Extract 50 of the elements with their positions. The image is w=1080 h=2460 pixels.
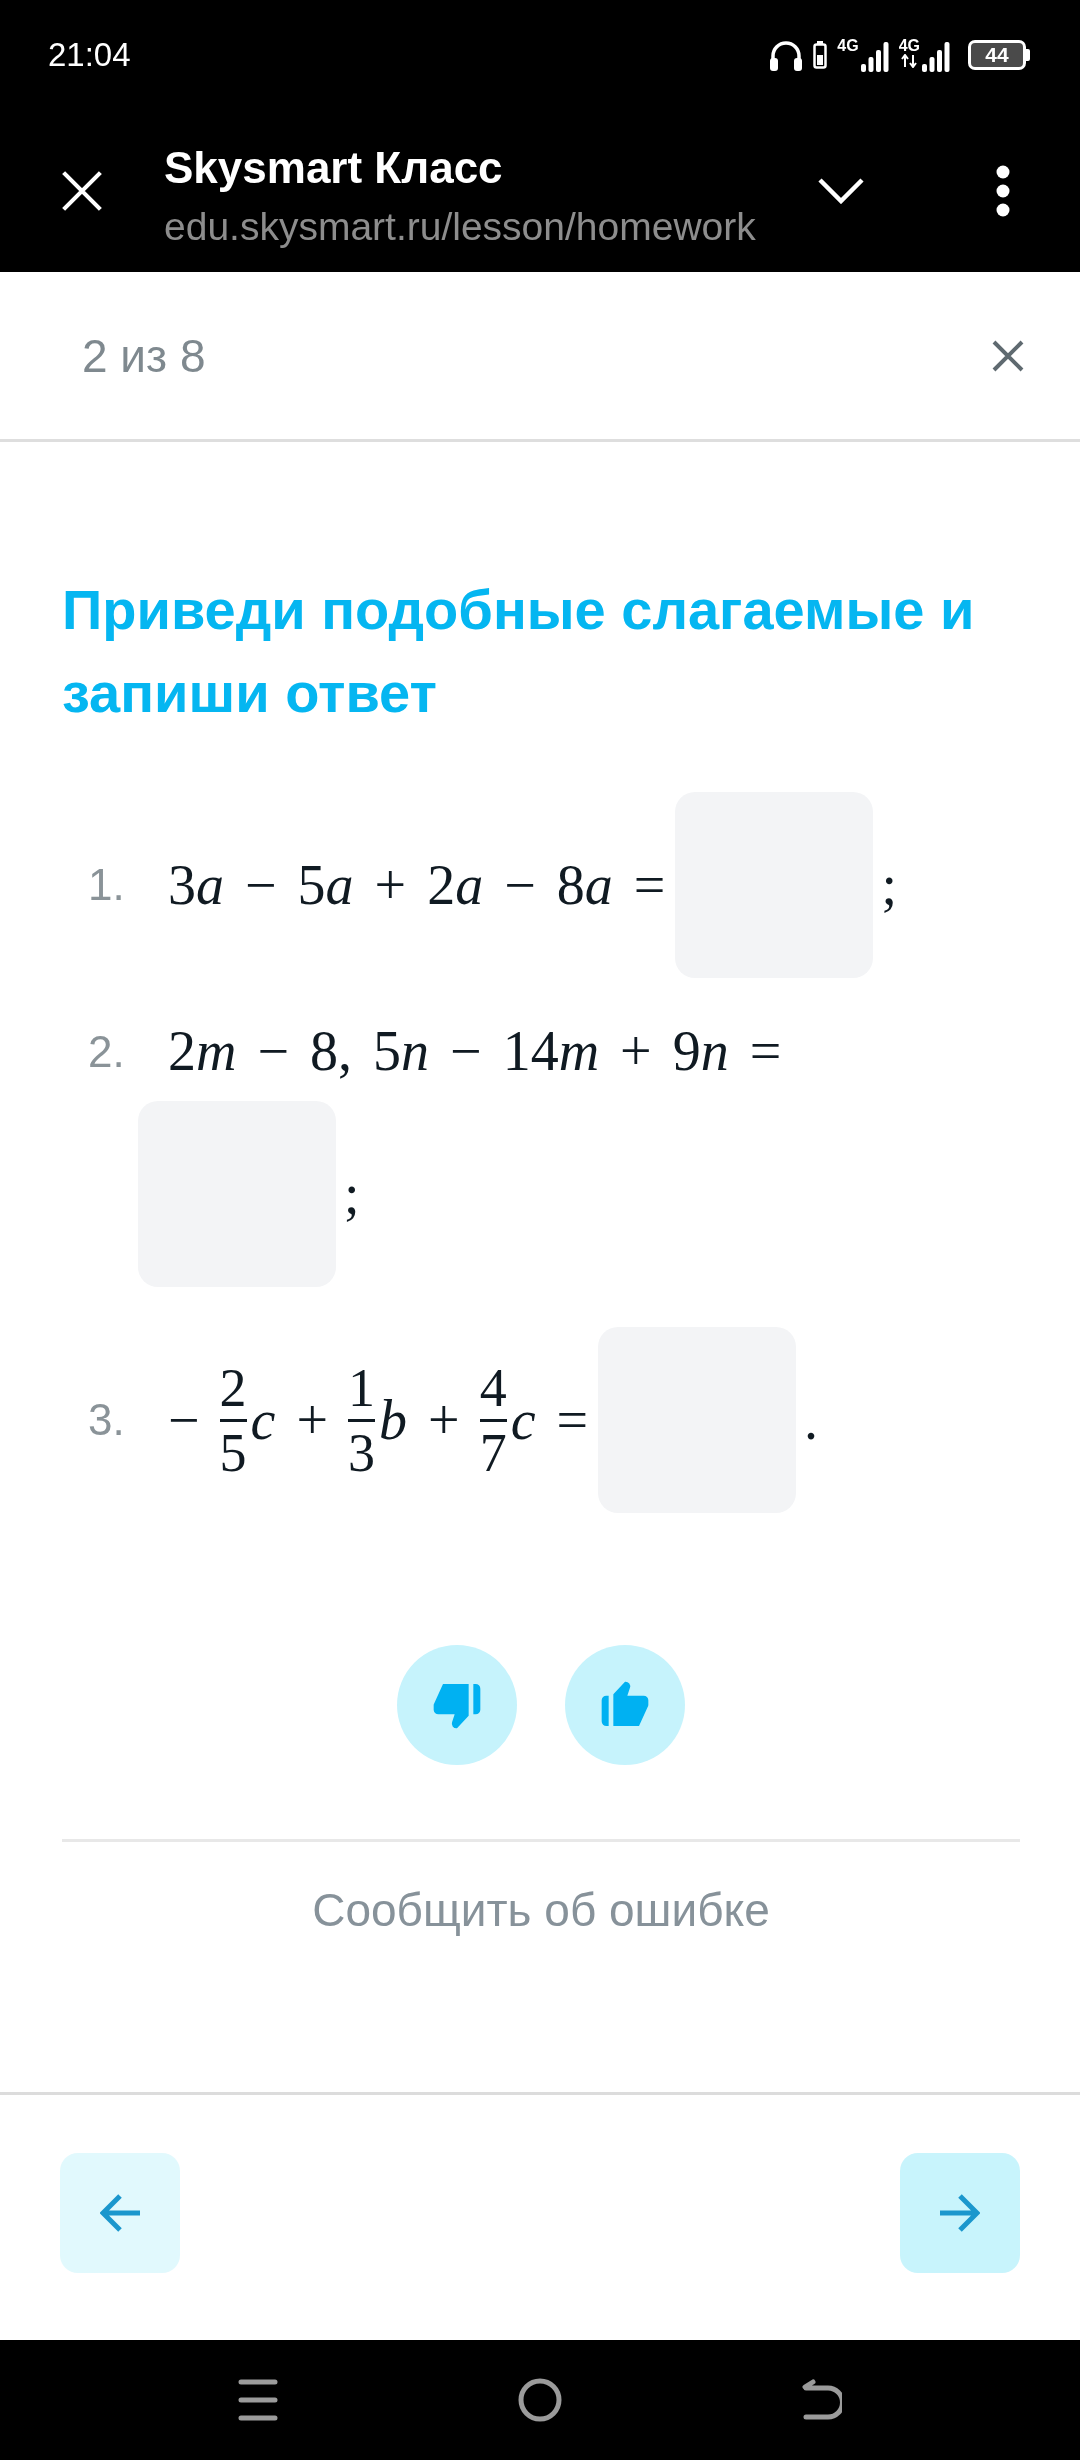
back-icon — [802, 2378, 842, 2422]
fraction-numerator: 1 — [348, 1360, 376, 1415]
close-task-button[interactable] — [992, 339, 1024, 372]
next-button[interactable] — [900, 2153, 1020, 2273]
arrow-right-icon — [940, 2194, 980, 2232]
signal-bars-icon — [922, 42, 950, 72]
fraction-numerator: 2 — [219, 1360, 247, 1415]
network-type-label: 4G — [837, 38, 859, 54]
close-icon — [992, 339, 1024, 372]
item-number: 2. — [88, 1025, 126, 1078]
menu-icon — [238, 2379, 278, 2421]
headphones-icon — [769, 39, 804, 71]
math-expression: c + — [250, 1387, 330, 1453]
network-type-label: 4G — [898, 38, 920, 54]
math-expression: b + — [379, 1387, 461, 1453]
fraction-bar — [348, 1418, 376, 1422]
page-url: edu.skysmart.ru/lesson/homework — [164, 204, 756, 250]
task-title: Приведи подобные слагаемые и запиши ответ — [62, 577, 976, 726]
chevron-down-icon — [818, 178, 864, 204]
battery-percent: 44 — [985, 44, 1009, 66]
fraction-denominator: 3 — [348, 1425, 376, 1480]
small-battery-icon — [813, 41, 828, 69]
fraction-denominator: 5 — [219, 1425, 247, 1480]
more-options-icon — [996, 165, 1010, 217]
item-number: 3. — [88, 1394, 126, 1446]
math-expression: − — [168, 1387, 201, 1453]
home-icon — [518, 2378, 562, 2422]
close-icon — [61, 170, 103, 212]
home-button[interactable] — [516, 2376, 564, 2424]
close-tab-button[interactable] — [61, 170, 103, 212]
item-number: 1. — [88, 859, 126, 911]
expand-button[interactable] — [818, 178, 864, 204]
math-expression: c = — [510, 1387, 590, 1453]
status-time: 21:04 — [48, 35, 131, 75]
previous-button[interactable] — [60, 2153, 180, 2273]
math-expression: 2m − 8, 5n − 14m + 9n = — [168, 1019, 783, 1084]
fraction-denominator: 7 — [479, 1425, 507, 1480]
report-error-link[interactable]: Сообщить об ошибке — [312, 1882, 770, 1938]
more-options-button[interactable] — [996, 165, 1010, 217]
math-expression: ; — [344, 1161, 361, 1227]
fraction-numerator: 4 — [479, 1360, 507, 1415]
signal-bars-icon — [860, 42, 889, 72]
arrow-left-icon — [100, 2194, 140, 2232]
page-title: Skysmart Класс — [164, 142, 503, 194]
math-expression: . — [804, 1387, 820, 1453]
math-expression: ; — [881, 852, 898, 918]
fraction-bar — [479, 1418, 507, 1422]
task-counter: 2 из 8 — [82, 328, 206, 383]
math-expression: 3a − 5a + 2a − 8a = — [168, 852, 667, 918]
fraction-bar — [219, 1418, 247, 1422]
